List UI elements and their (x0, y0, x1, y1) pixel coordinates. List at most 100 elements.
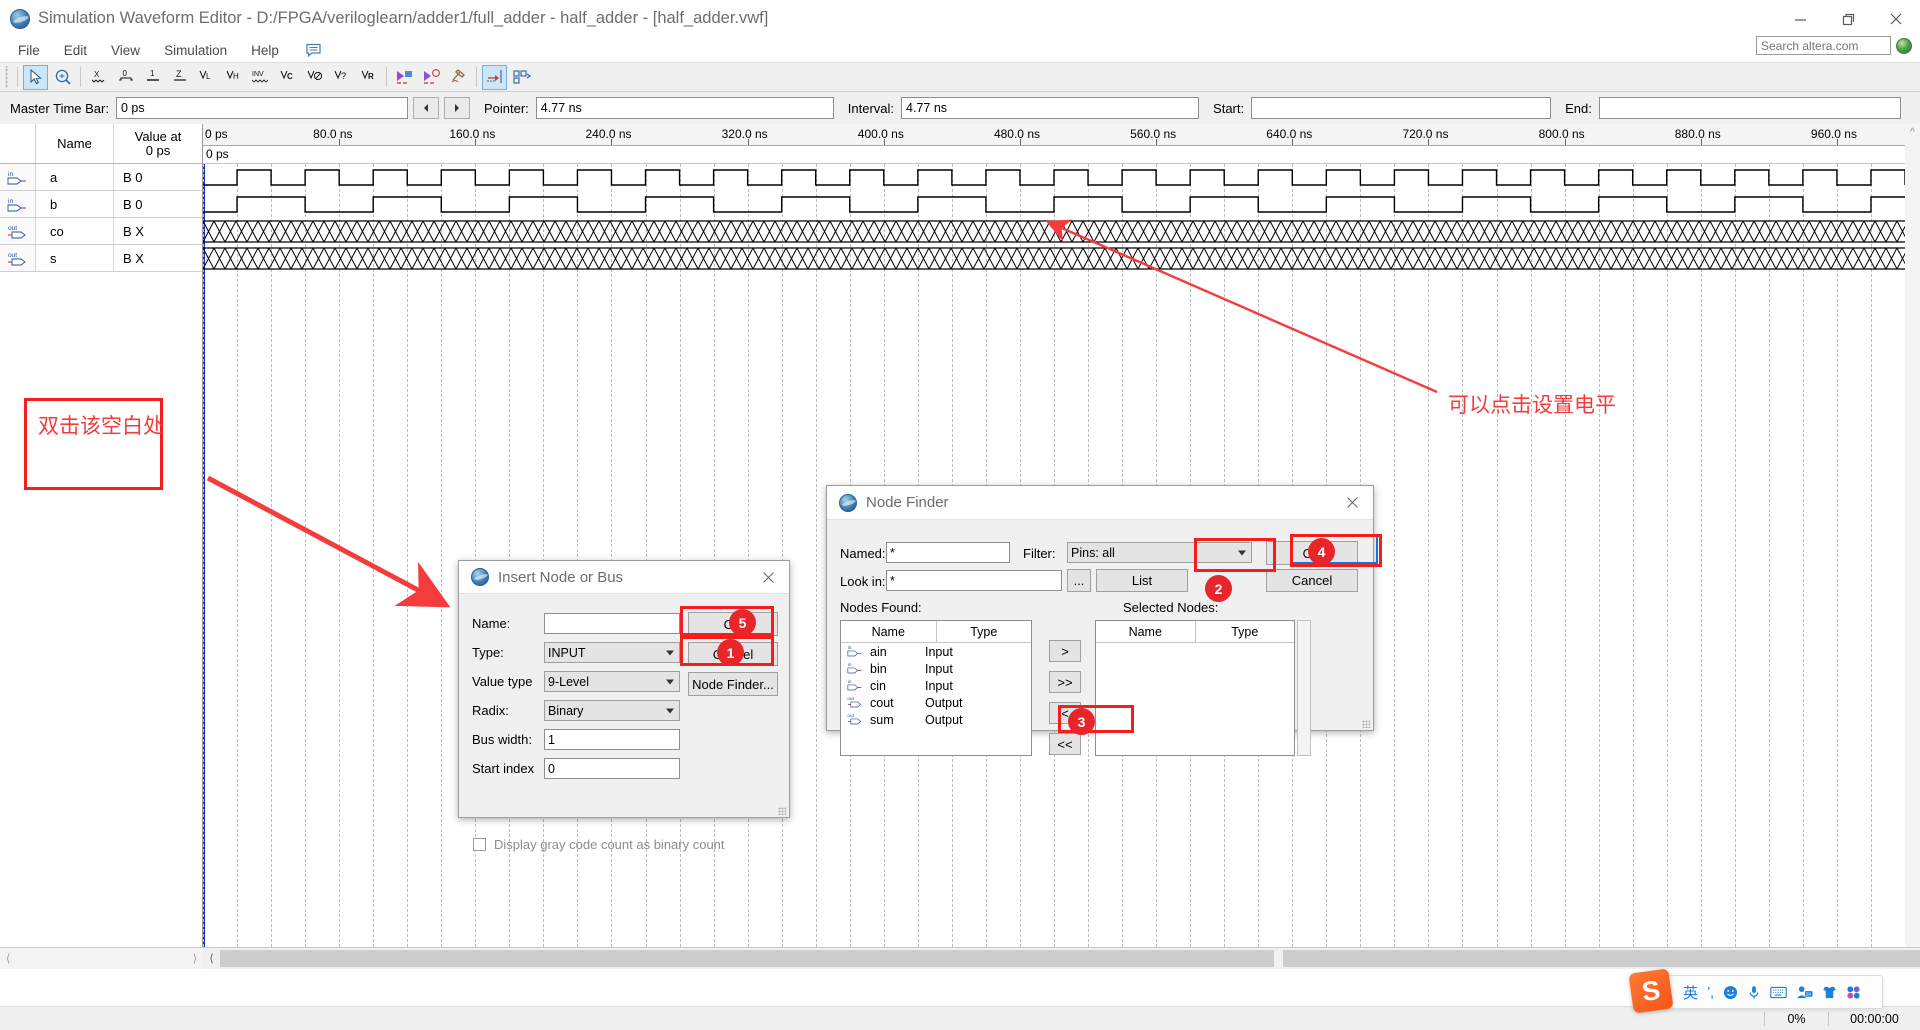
grid-size-button[interactable] (509, 65, 534, 90)
search-input[interactable] (1756, 36, 1891, 55)
ime-emoji-icon[interactable] (1723, 985, 1738, 1000)
time-ruler[interactable]: 0 ps 80.0 ns 160.0 ns 240.0 ns 320.0 ns 400.… (203, 124, 1920, 146)
scroll-left-icon[interactable]: ⟨ (6, 952, 10, 965)
arbitrary-value-button[interactable]: ? (329, 65, 354, 90)
maximize-button[interactable] (1824, 0, 1872, 38)
interval-value[interactable]: 4.77 ns (901, 97, 1200, 119)
end-input[interactable] (1598, 97, 1901, 119)
globe-icon[interactable] (1896, 37, 1912, 54)
gray-code-checkbox[interactable] (473, 838, 486, 851)
remove-all-button[interactable]: << (1049, 733, 1081, 755)
list-item[interactable]: out sum Output (841, 711, 1031, 728)
ime-microphone-icon[interactable] (1747, 985, 1761, 1000)
node-name-cell: out cout (841, 695, 925, 711)
scroll-track[interactable] (220, 950, 1920, 967)
bus-width-input[interactable]: 1 (544, 729, 680, 750)
list-item[interactable]: in cin Input (841, 677, 1031, 694)
force-weak-low-button[interactable]: L (194, 65, 219, 90)
browse-button[interactable]: ... (1067, 569, 1091, 592)
menu-edit[interactable]: Edit (52, 41, 99, 60)
type-value: INPUT (548, 645, 586, 660)
simulation-settings-hammer-icon[interactable] (446, 65, 471, 90)
close-icon[interactable] (762, 571, 775, 584)
ime-language-toggle[interactable]: 英 (1683, 982, 1698, 1003)
table-row[interactable]: out s B X (0, 245, 202, 272)
toolbar-grip[interactable] (2, 66, 11, 88)
force-low-button[interactable]: 0 (113, 65, 138, 90)
list-header: Name Type (841, 621, 1031, 643)
table-row[interactable]: out co B X (0, 218, 202, 245)
selected-nodes-scrollbar[interactable] (1297, 620, 1311, 756)
ime-punctuation-toggle[interactable]: ’‚ (1707, 984, 1714, 1001)
ime-apps-icon[interactable] (1846, 985, 1861, 1000)
clock-value-button[interactable] (302, 65, 327, 90)
type-select[interactable]: INPUT (544, 642, 680, 663)
value-type-select[interactable]: 9-Level (544, 671, 680, 692)
menu-view[interactable]: View (99, 41, 152, 60)
selection-tool-button[interactable] (23, 64, 48, 90)
horizontal-scrollbar[interactable]: ⟨ (203, 947, 1920, 969)
name-input[interactable] (544, 613, 680, 634)
ruler-tick-label: 80.0 ns (313, 127, 353, 141)
menu-simulation[interactable]: Simulation (152, 41, 239, 60)
note-icon[interactable] (305, 42, 322, 59)
ime-skin-icon[interactable] (1822, 985, 1837, 1000)
zoom-tool-button[interactable] (50, 65, 75, 90)
start-index-input[interactable]: 0 (544, 758, 680, 779)
master-time-bar-input[interactable]: 0 ps (115, 97, 408, 119)
pointer-value[interactable]: 4.77 ns (535, 97, 834, 119)
scroll-thumb[interactable] (1274, 950, 1283, 967)
list-button[interactable]: List (1096, 569, 1188, 592)
name-panel-scrollbar[interactable]: ⟨ ⟩ (0, 947, 203, 969)
sogou-ime-logo-icon[interactable]: S (1628, 968, 1674, 1014)
node-finder-button[interactable]: Node Finder... (688, 672, 778, 696)
named-input[interactable]: * (886, 542, 1010, 563)
radix-select[interactable]: Binary (544, 700, 680, 721)
resize-grip[interactable] (1362, 720, 1370, 728)
ruler-tick-mark (883, 139, 885, 145)
vertical-scrollbar[interactable]: ^ (1905, 124, 1920, 947)
run-timing-simulation-button[interactable] (419, 65, 444, 90)
node-name-cell: in cin (841, 678, 925, 694)
count-value-button[interactable]: C (275, 65, 300, 90)
scroll-right-icon[interactable]: ⟩ (193, 952, 197, 965)
random-value-button[interactable]: R (356, 65, 381, 90)
force-weak-high-button[interactable]: H (221, 65, 246, 90)
column-type: Type (970, 624, 998, 639)
svg-text:out: out (8, 225, 17, 232)
start-input[interactable] (1251, 97, 1552, 119)
ruler-tick-mark (1700, 139, 1702, 145)
add-all-button[interactable]: >> (1049, 671, 1081, 693)
invert-button[interactable]: INV (248, 65, 273, 90)
highlight-ok-outer (1290, 534, 1382, 567)
prev-transition-button[interactable] (412, 97, 439, 119)
resize-grip[interactable] (778, 807, 786, 815)
close-button[interactable] (1872, 0, 1920, 38)
menu-file[interactable]: File (6, 41, 52, 60)
menu-help[interactable]: Help (239, 41, 291, 60)
next-transition-button[interactable] (443, 97, 470, 119)
add-selected-button[interactable]: > (1049, 640, 1081, 662)
scroll-left-icon[interactable]: ⟨ (203, 948, 220, 969)
nodes-found-list[interactable]: Name Type in ain Input in bin Input in c… (840, 620, 1032, 756)
list-item[interactable]: in ain Input (841, 643, 1031, 660)
svg-text:?: ? (341, 71, 346, 81)
force-high-impedance-button[interactable]: Z (167, 65, 192, 90)
look-in-input[interactable]: * (886, 570, 1062, 591)
waveform-editing-tool-button[interactable]: X (86, 65, 111, 90)
close-icon[interactable] (1346, 496, 1359, 509)
minimize-button[interactable] (1776, 0, 1824, 38)
list-item[interactable]: out cout Output (841, 694, 1031, 711)
node-finder-dialog: Node Finder Named: * Filter: Pins: all O… (826, 485, 1374, 756)
run-functional-simulation-button[interactable] (392, 65, 417, 90)
ime-keyboard-icon[interactable] (1769, 986, 1787, 999)
list-item[interactable]: in bin Input (841, 660, 1031, 677)
force-high-button[interactable]: 1 (140, 65, 165, 90)
selected-nodes-list[interactable]: Name Type (1095, 620, 1295, 756)
table-row[interactable]: in b B 0 (0, 191, 202, 218)
ime-user-icon[interactable]: 29 (1796, 985, 1813, 1000)
snap-to-grid-button[interactable] (482, 64, 507, 90)
table-row[interactable]: in a B 0 (0, 164, 202, 191)
node-finder-cancel-button[interactable]: Cancel (1266, 569, 1358, 592)
gray-code-checkbox-row[interactable]: Display gray code count as binary count (473, 837, 725, 852)
